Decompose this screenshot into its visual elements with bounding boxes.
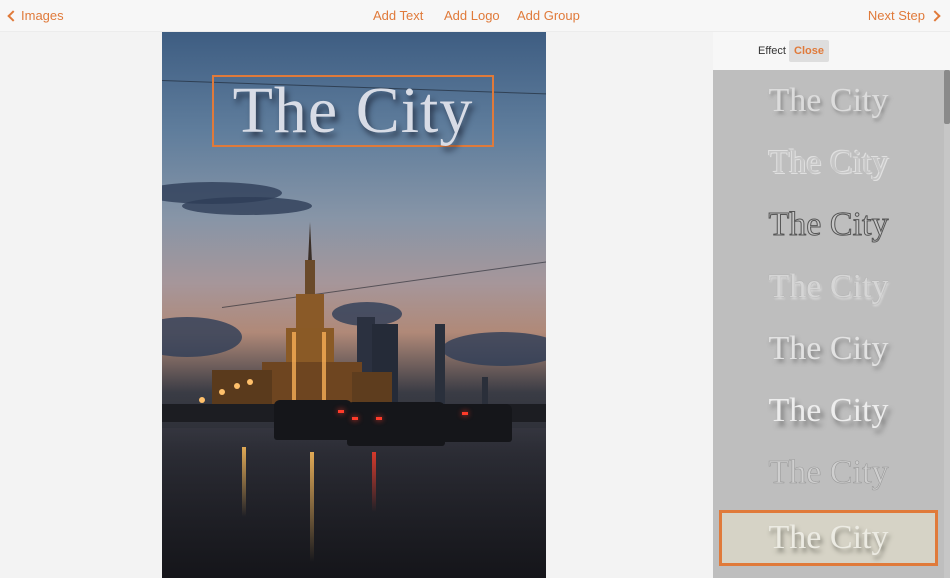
effect-panel-header: Effect Close <box>713 32 950 70</box>
effect-list: The City The City The City The City The … <box>713 70 944 578</box>
top-bar: Images Add Text Add Logo Add Group Next … <box>0 0 950 32</box>
light-reflection <box>310 452 314 562</box>
effect-option[interactable]: The City <box>713 318 944 380</box>
city-photo[interactable]: The City <box>162 32 546 578</box>
next-step-link[interactable]: Next Step <box>868 7 942 25</box>
tail-light <box>352 417 358 420</box>
light-reflection <box>242 447 246 517</box>
effect-option[interactable]: The City <box>713 256 944 318</box>
effect-label: Effect <box>758 45 786 57</box>
next-label: Next Step <box>867 8 925 23</box>
car <box>438 404 512 442</box>
car <box>347 402 445 446</box>
back-to-images-link[interactable]: Images <box>6 7 64 25</box>
effect-option[interactable]: The City <box>713 194 944 256</box>
add-group-button[interactable]: Add Group <box>517 7 580 25</box>
add-logo-button[interactable]: Add Logo <box>444 7 500 25</box>
effect-option-selected[interactable]: The City <box>719 510 938 566</box>
effect-option[interactable]: The City <box>713 132 944 194</box>
scrollbar-thumb[interactable] <box>944 70 950 124</box>
back-label: Images <box>21 8 64 23</box>
effect-panel: Effect Close The City The City The City … <box>713 32 950 578</box>
effect-option[interactable]: The City <box>713 70 944 132</box>
effect-option[interactable]: The City <box>713 380 944 442</box>
tail-light <box>338 410 344 413</box>
chevron-right-icon <box>929 10 941 22</box>
chevron-left-icon <box>7 10 19 22</box>
text-overlay-box[interactable]: The City <box>212 75 494 147</box>
effect-list-scrollbar[interactable] <box>944 70 950 578</box>
canvas-workspace: The City <box>0 32 713 578</box>
wet-road <box>162 428 546 578</box>
light-reflection <box>372 452 376 512</box>
tail-light <box>462 412 468 415</box>
effect-option[interactable]: The City <box>713 442 944 504</box>
car <box>274 400 352 440</box>
close-button[interactable]: Close <box>789 40 829 62</box>
add-text-button[interactable]: Add Text <box>373 7 423 25</box>
tail-light <box>376 417 382 420</box>
